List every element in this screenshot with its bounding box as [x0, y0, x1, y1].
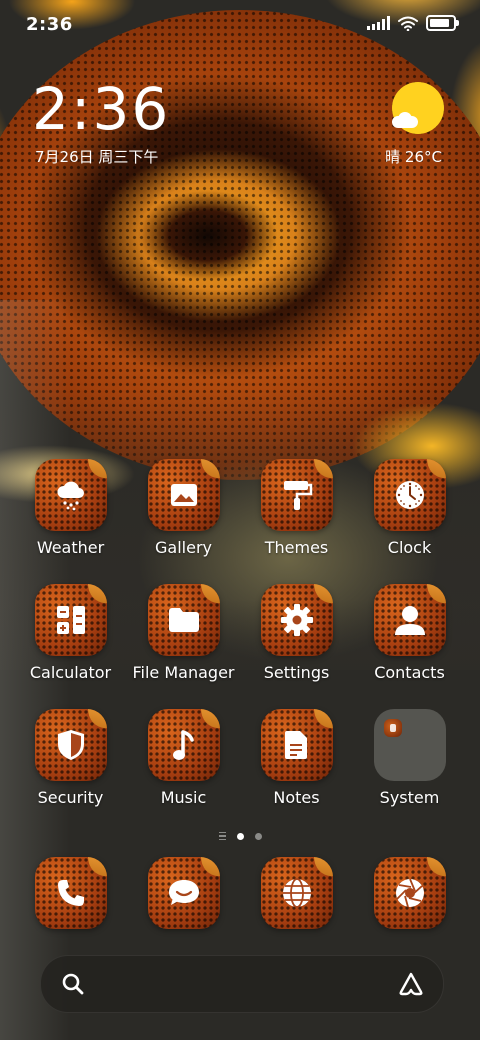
folder-thumbnail-icon[interactable] — [373, 709, 446, 781]
app-label-security: Security — [37, 788, 104, 807]
app-file-manager[interactable]: File Manager — [127, 584, 240, 682]
signal-icon — [367, 16, 390, 30]
app-notes[interactable]: Notes — [240, 709, 353, 807]
app-icon-gallery[interactable] — [147, 459, 220, 531]
paint-roller-icon — [283, 481, 312, 510]
shield-icon — [57, 730, 84, 760]
app-icon-clock[interactable] — [373, 459, 446, 531]
dock-icon-camera[interactable] — [373, 857, 446, 929]
app-label-themes: Themes — [264, 538, 329, 557]
clock-widget-time[interactable]: 2:36 — [32, 74, 170, 144]
dock-phone[interactable] — [14, 857, 127, 929]
app-icon-calculator[interactable] — [34, 584, 107, 656]
page-dot-2[interactable] — [254, 832, 262, 840]
app-clock[interactable]: Clock — [353, 459, 466, 557]
weather-cloud-icon — [392, 112, 420, 128]
phone-icon — [57, 880, 84, 906]
search-icon[interactable] — [61, 972, 85, 996]
app-label-weather: Weather — [36, 538, 105, 557]
dock-icon-browser[interactable] — [260, 857, 333, 929]
dock-icon-phone[interactable] — [34, 857, 107, 929]
image-icon — [170, 484, 197, 506]
status-icons — [367, 15, 459, 31]
app-icon-file-manager[interactable] — [147, 584, 220, 656]
dock-icon-messages[interactable] — [147, 857, 220, 929]
app-calculator[interactable]: Calculator — [14, 584, 127, 682]
folder-mini-app-icon — [383, 719, 402, 737]
app-icon-contacts[interactable] — [373, 584, 446, 656]
dock-camera[interactable] — [353, 857, 466, 929]
folder-icon — [168, 608, 199, 632]
app-security[interactable]: Security — [14, 709, 127, 807]
aperture-icon — [395, 878, 424, 908]
app-label-contacts: Contacts — [374, 663, 445, 682]
gear-icon — [280, 604, 313, 636]
status-time: 2:36 — [26, 14, 73, 35]
weather-widget-text[interactable]: 晴 26°C — [385, 146, 442, 167]
wifi-icon — [398, 16, 418, 31]
app-label-clock: Clock — [387, 538, 432, 557]
cloud-snow-icon — [56, 481, 84, 511]
dock-messages[interactable] — [127, 857, 240, 929]
app-contacts[interactable]: Contacts — [353, 584, 466, 682]
app-gallery[interactable]: Gallery — [127, 459, 240, 557]
app-icon-settings[interactable] — [260, 584, 333, 656]
app-music[interactable]: Music — [127, 709, 240, 807]
app-label-music: Music — [160, 788, 207, 807]
search-bar[interactable] — [40, 955, 444, 1013]
app-label-notes: Notes — [273, 788, 320, 807]
app-settings[interactable]: Settings — [240, 584, 353, 682]
music-note-icon — [172, 730, 194, 760]
clock-widget-date[interactable]: 7月26日 周三下午 — [35, 146, 158, 167]
globe-icon — [282, 878, 311, 908]
app-weather[interactable]: Weather — [14, 459, 127, 557]
calculator-icon — [56, 606, 85, 634]
app-folder-system[interactable]: System — [353, 709, 466, 807]
chat-bubble-icon — [168, 880, 199, 905]
battery-fill — [430, 19, 450, 27]
clock-icon — [395, 481, 424, 509]
app-label-calculator: Calculator — [29, 663, 112, 682]
app-icon-themes[interactable] — [260, 459, 333, 531]
person-icon — [394, 606, 425, 635]
document-icon — [284, 731, 307, 759]
assistant-icon[interactable] — [397, 971, 425, 997]
app-drawer-lines-icon[interactable] — [218, 831, 226, 841]
app-label-gallery: Gallery — [155, 538, 212, 557]
app-label-file-manager: File Manager — [132, 663, 235, 682]
dock-browser[interactable] — [240, 857, 353, 929]
page-dot-1[interactable] — [236, 832, 244, 840]
status-bar: 2:36 — [0, 0, 480, 50]
app-themes[interactable]: Themes — [240, 459, 353, 557]
app-icon-security[interactable] — [34, 709, 107, 781]
battery-icon — [426, 15, 459, 31]
page-indicator[interactable] — [0, 826, 480, 846]
app-label-system: System — [379, 788, 440, 807]
app-icon-weather[interactable] — [34, 459, 107, 531]
app-icon-notes[interactable] — [260, 709, 333, 781]
app-label-settings: Settings — [263, 663, 330, 682]
app-icon-music[interactable] — [147, 709, 220, 781]
